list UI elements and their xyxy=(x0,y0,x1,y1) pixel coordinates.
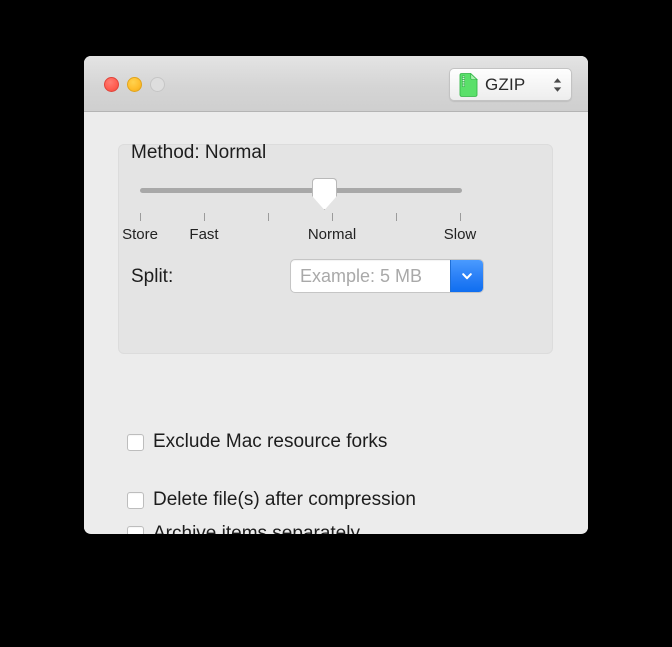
slider-tick xyxy=(268,213,269,221)
slider-label-fast[interactable]: Fast xyxy=(189,226,218,243)
minimize-button[interactable] xyxy=(127,77,142,92)
slider-tick xyxy=(332,213,333,221)
up-down-chevron-icon xyxy=(552,76,563,94)
checkbox-label: Archive items separately xyxy=(153,523,360,534)
checkbox-exclude-mac-resource-forks[interactable]: Exclude Mac resource forks xyxy=(127,431,387,453)
slider-label-slow[interactable]: Slow xyxy=(444,226,477,243)
slider-track[interactable] xyxy=(140,188,462,193)
checkbox-archive-items-separately[interactable]: Archive items separately xyxy=(127,523,360,534)
archive-format-popup-button[interactable]: GZIP xyxy=(449,68,572,101)
zoom-button xyxy=(150,77,165,92)
split-label: Split: xyxy=(131,266,174,287)
checkbox-box[interactable] xyxy=(127,433,144,451)
archive-format-label: GZIP xyxy=(485,75,526,94)
slider-tick xyxy=(204,213,205,221)
checkbox-label: Delete file(s) after compression xyxy=(153,489,416,510)
window-titlebar: GZIP xyxy=(84,56,588,112)
traffic-light-controls xyxy=(104,77,165,92)
slider-label-normal[interactable]: Normal xyxy=(308,226,356,243)
compression-method-slider[interactable]: Store Fast Normal Slow xyxy=(122,176,476,243)
window-body: Method: Normal Store Fast Normal Slow Sp… xyxy=(84,112,588,534)
split-row: Split: xyxy=(131,258,519,296)
slider-tick xyxy=(140,213,141,221)
slider-thumb[interactable] xyxy=(312,178,337,210)
split-size-dropdown-button[interactable] xyxy=(450,260,483,292)
chevron-down-icon xyxy=(460,269,474,283)
method-title: Method: Normal xyxy=(131,142,267,163)
slider-tick xyxy=(396,213,397,221)
split-size-combobox[interactable] xyxy=(290,259,484,293)
slider-label-store[interactable]: Store xyxy=(122,226,158,243)
checkbox-box[interactable] xyxy=(127,491,144,509)
slider-tick xyxy=(460,213,461,221)
checkbox-label: Exclude Mac resource forks xyxy=(153,431,388,452)
compression-settings-window: GZIP Method: Normal Store Fast Normal Sl… xyxy=(84,56,588,534)
checkbox-box[interactable] xyxy=(127,525,144,534)
checkbox-delete-files-after-compression[interactable]: Delete file(s) after compression xyxy=(127,489,416,511)
gzip-file-icon xyxy=(459,72,478,97)
close-button[interactable] xyxy=(104,77,119,92)
split-size-input[interactable] xyxy=(291,260,450,292)
